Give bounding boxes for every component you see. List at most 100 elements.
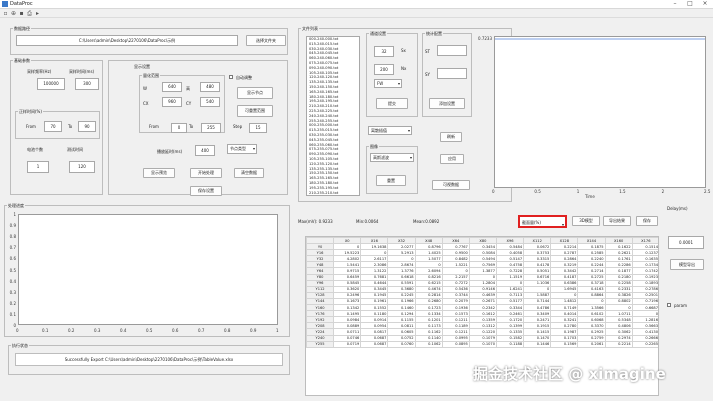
cy-field[interactable]: 540: [200, 97, 220, 107]
table-cell[interactable]: 0.0687: [360, 340, 389, 348]
progress-axes: [18, 214, 278, 325]
compute-button[interactable]: 开始处理: [190, 168, 222, 178]
graph-title: 图像: [369, 144, 379, 150]
table-cell[interactable]: 0.0719: [333, 340, 362, 348]
table-cell[interactable]: 0.2061: [577, 340, 606, 348]
table-cell[interactable]: 0.0760: [387, 340, 416, 348]
row-header-cell[interactable]: Y255: [306, 340, 335, 348]
file-list-item[interactable]: 225-255-225.txt: [307, 195, 359, 196]
auto-adjust-checkbox[interactable]: [229, 75, 233, 79]
visible-data-button[interactable]: 可视数据: [432, 180, 470, 190]
3d-model-button[interactable]: 3D模型: [572, 216, 600, 226]
zoom-icon[interactable]: ⊕: [10, 10, 17, 17]
cx-label: CX: [143, 101, 149, 106]
signal-axes: [494, 36, 706, 188]
range-to-label: To: [189, 124, 194, 129]
st-label: ST: [425, 49, 430, 54]
from-field[interactable]: 70: [44, 121, 62, 132]
w-field[interactable]: 640: [162, 82, 182, 92]
delay-field[interactable]: 400: [195, 145, 215, 156]
param-label: param: [674, 303, 687, 308]
delay-ms-field[interactable]: 0.0001: [668, 236, 704, 249]
sample-freq-field[interactable]: 100000: [37, 78, 65, 90]
table-cell[interactable]: 0.0895: [441, 340, 470, 348]
graph-group: 图像 高斯滤波 ▾ 重置: [366, 144, 418, 194]
nx-field[interactable]: 200: [374, 64, 394, 75]
progress-x-tick: 0.4: [120, 328, 127, 333]
maximize-icon[interactable]: □: [683, 1, 697, 8]
st-field[interactable]: [437, 45, 467, 56]
delay-ms-label: Delay(ms): [667, 206, 688, 211]
channels-field[interactable]: 1: [27, 161, 49, 173]
refresh-button[interactable]: 刷新: [440, 132, 462, 142]
chevron-down-icon: ▾: [561, 222, 564, 227]
to-label: To: [68, 124, 73, 129]
chevron-down-icon: ▾: [409, 155, 412, 160]
save-icon[interactable]: ▪: [18, 10, 25, 17]
signal-x-tick: 0: [492, 189, 495, 194]
duration-field[interactable]: 120: [69, 161, 95, 173]
save-results-button[interactable]: 保存: [636, 216, 658, 226]
export-results-button[interactable]: 导出结果: [603, 216, 631, 226]
h-field[interactable]: 480: [200, 82, 220, 92]
signal-plot: [495, 38, 705, 40]
progress-x-tick: 0: [16, 328, 19, 333]
channels-label: 电池个数: [27, 147, 43, 152]
w-label: W: [143, 86, 147, 91]
filter-select[interactable]: 高斯滤波 ▾: [370, 153, 414, 162]
save-settings-button[interactable]: 保存设置: [190, 186, 222, 196]
table-cell[interactable]: 0.1569: [550, 340, 579, 348]
select-folder-button[interactable]: 选择文件夹: [246, 35, 286, 46]
sy-field[interactable]: [437, 68, 467, 79]
preview-button[interactable]: 显示预览: [143, 168, 175, 178]
to-field[interactable]: 90: [78, 121, 96, 132]
table-row[interactable]: Y255 0.0719 0.0687 0.0760 0.1062 0.0895 0.1070…: [306, 340, 658, 348]
progress-x-tick: 1: [276, 328, 279, 333]
table-cell[interactable]: 0.1070: [468, 340, 497, 348]
window-title: DataProc: [10, 1, 33, 7]
node-type-select[interactable]: 节点类型 ▾: [227, 144, 257, 154]
open-icon[interactable]: ▸: [34, 10, 41, 17]
table-cell[interactable]: 0.2214: [604, 340, 633, 348]
print-icon[interactable]: ⎙: [26, 10, 33, 17]
cx-field[interactable]: 960: [162, 97, 182, 107]
min-label: Min:0.0064: [356, 219, 379, 224]
method-select[interactable]: 离散插值 ▾: [368, 126, 412, 135]
param-checkbox[interactable]: [667, 303, 671, 307]
mode-select[interactable]: FW ▾: [374, 79, 402, 88]
data-path-field[interactable]: C:\Users\admin\Desktop\2270106\DataProc\…: [16, 35, 238, 46]
channel-settings-group: 通道设置 32 Sx 200 Nx FW ▾ 提交: [366, 31, 418, 117]
display-settings-title: 显示设置: [133, 64, 151, 70]
table-cell[interactable]: 0.2265: [631, 340, 658, 348]
progress-x-tick: 0.2: [68, 328, 75, 333]
sx-field[interactable]: 32: [374, 46, 394, 57]
close-icon[interactable]: ×: [698, 1, 712, 8]
range-from-field[interactable]: 0: [171, 123, 187, 133]
signal-x-tick: 2: [661, 189, 665, 194]
minimize-icon[interactable]: –: [668, 1, 682, 8]
table-cell[interactable]: 0.1062: [414, 340, 443, 348]
progress-x-tick: 0.7: [198, 328, 205, 333]
add-setting-button[interactable]: 添加设置: [429, 98, 465, 109]
results-table[interactable]: X0 X16 X32 X48 X64 X80 X96 X112 X128 X144 X160 X176…: [306, 237, 658, 348]
quantity-select[interactable]: 截面量(%) ▾: [518, 215, 567, 228]
table-cell[interactable]: 0.1446: [523, 340, 552, 348]
reset-graph-button[interactable]: 重置: [376, 175, 406, 186]
reset-range-button[interactable]: 可重置范围: [237, 105, 273, 117]
signal-x-tick: 2.5: [704, 189, 711, 194]
duration-label: 测试时间: [67, 147, 83, 152]
progress-y-tick: 0.5: [9, 267, 16, 273]
clear-data-button[interactable]: 清空数据: [234, 168, 264, 178]
range-to-field[interactable]: 255: [201, 123, 221, 133]
new-icon[interactable]: ▫: [2, 10, 9, 17]
step-field[interactable]: 15: [249, 123, 267, 133]
model-export-button[interactable]: 模型导出: [670, 259, 704, 270]
sample-time-field[interactable]: 300: [75, 78, 99, 90]
show-nodes-button[interactable]: 显示节点: [237, 87, 273, 99]
nx-label: Nx: [401, 66, 407, 71]
channel-apply-button[interactable]: 提交: [376, 98, 408, 109]
progress-y-tick: 0.4: [9, 278, 16, 284]
file-listbox[interactable]: 000-240-000.txt 015-240-015.txt 030-240-03…: [306, 36, 360, 196]
apply-filter-button[interactable]: 应用: [440, 154, 464, 164]
table-cell[interactable]: 0.1188: [495, 340, 525, 348]
